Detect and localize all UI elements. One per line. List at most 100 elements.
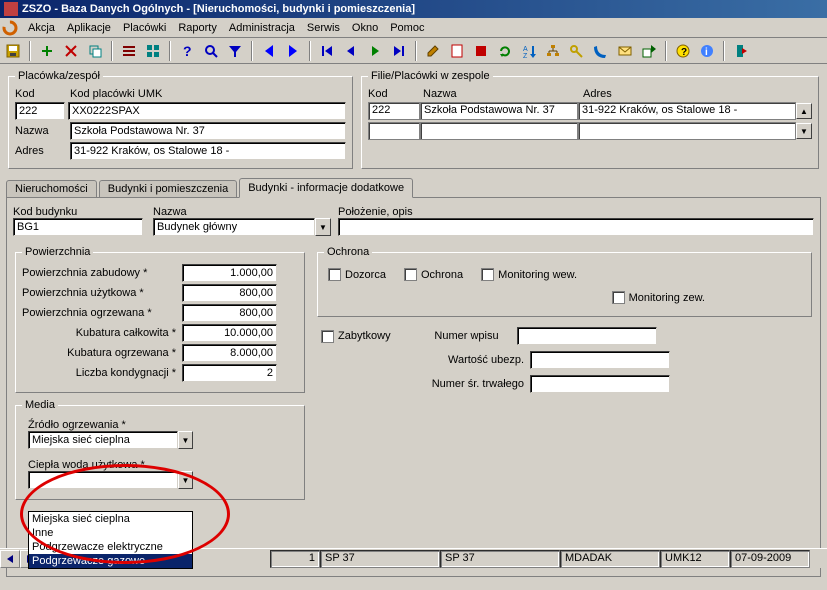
group-placowka: Placówka/zespół Kod Kod placówki UMK Naz… [8, 70, 353, 169]
filie-kod[interactable]: 222 [368, 102, 420, 120]
mwew-checkbox[interactable] [481, 268, 494, 281]
prev-icon[interactable] [340, 40, 362, 62]
menu-aplikacje[interactable]: Aplikacje [61, 20, 117, 36]
svg-text:?: ? [183, 43, 192, 59]
kodumk-input[interactable] [68, 102, 346, 120]
ciepla-dropdown-icon[interactable]: ▼ [178, 471, 193, 489]
zab-input[interactable] [182, 264, 277, 282]
ogr-label: Powierzchnia ogrzewana * [22, 307, 182, 319]
ciepla-opt-elektryczne[interactable]: Podgrzewacze elektryczne [29, 540, 192, 554]
menu-raporty[interactable]: Raporty [172, 20, 223, 36]
menu-administracja[interactable]: Administracja [223, 20, 301, 36]
nazwa-input[interactable] [70, 122, 346, 140]
uzy-input[interactable] [182, 284, 277, 302]
grid-icon[interactable] [142, 40, 164, 62]
filie-adres[interactable]: 31-922 Kraków, os Stalowe 18 - [578, 102, 796, 120]
ochrona-label: Ochrona [421, 269, 463, 281]
nrtrw-input[interactable] [530, 375, 670, 393]
filie-nazwa[interactable]: Szkoła Podstawowa Nr. 37 [420, 102, 578, 120]
ciepla-label: Ciepła woda użytkowa * [28, 459, 292, 471]
tab-budynki-dodatkowe[interactable]: Budynki - informacje dodatkowe [239, 178, 413, 198]
dozorca-checkbox[interactable] [328, 268, 341, 281]
edit-icon[interactable] [422, 40, 444, 62]
mzew-checkbox[interactable] [612, 291, 625, 304]
group-filie: Filie/Placówki w zespole Kod Nazwa Adres… [361, 70, 819, 169]
zabytkowy-checkbox[interactable] [321, 330, 334, 343]
group-ochrona: Ochrona Dozorca Ochrona Monitoring wew. … [317, 246, 812, 317]
phone-icon[interactable] [590, 40, 612, 62]
filie-nazwa-empty[interactable] [420, 122, 578, 140]
mzew-label: Monitoring zew. [629, 292, 705, 304]
next-icon[interactable] [364, 40, 386, 62]
filie-kod-empty[interactable] [368, 122, 420, 140]
help-icon[interactable]: ? [176, 40, 198, 62]
nav-back-icon[interactable] [258, 40, 280, 62]
bldg-nazwa-label: Nazwa [153, 206, 338, 218]
doc-icon[interactable] [446, 40, 468, 62]
app-icon [4, 2, 18, 16]
about-icon[interactable]: ? [672, 40, 694, 62]
polozenie-label: Położenie, opis [338, 206, 814, 218]
key-icon[interactable] [566, 40, 588, 62]
svg-text:Z: Z [523, 53, 528, 59]
first-icon[interactable] [316, 40, 338, 62]
zrodlo-dropdown-icon[interactable]: ▼ [178, 431, 193, 449]
kond-input[interactable] [182, 364, 277, 382]
menu-serwis[interactable]: Serwis [301, 20, 346, 36]
ciepla-dropdown-list[interactable]: Miejska sieć cieplna Inne Podgrzewacze e… [28, 511, 193, 569]
refresh-icon[interactable] [494, 40, 516, 62]
kod-input[interactable] [15, 102, 65, 120]
sort-icon[interactable]: AZ [518, 40, 540, 62]
save-icon[interactable] [2, 40, 24, 62]
menu-pomoc[interactable]: Pomoc [384, 20, 430, 36]
filie-adres-empty[interactable] [578, 122, 796, 140]
delete-icon[interactable] [60, 40, 82, 62]
scroll-down-icon[interactable]: ▼ [796, 123, 812, 139]
adres-input[interactable] [70, 142, 346, 160]
ciepla-opt-gazowe[interactable]: Podgrzewacze gazowe [29, 554, 192, 568]
ciepla-input[interactable] [28, 471, 178, 489]
nazwa-label: Nazwa [15, 125, 70, 137]
bldg-nazwa-input[interactable] [153, 218, 315, 236]
nrwpis-input[interactable] [517, 327, 657, 345]
stop-icon[interactable] [470, 40, 492, 62]
duplicate-icon[interactable] [84, 40, 106, 62]
kubo-input[interactable] [182, 344, 277, 362]
zrodlo-input[interactable] [28, 431, 178, 449]
exit-icon[interactable] [730, 40, 752, 62]
svg-text:A: A [523, 46, 528, 53]
menu-placowki[interactable]: Placówki [117, 20, 172, 36]
polozenie-input[interactable] [338, 218, 814, 236]
find-icon[interactable] [200, 40, 222, 62]
kubc-input[interactable] [182, 324, 277, 342]
adres-label: Adres [15, 145, 70, 157]
menu-okno[interactable]: Okno [346, 20, 384, 36]
bldg-nazwa-dropdown-icon[interactable]: ▼ [315, 218, 331, 236]
status-count: 1 [270, 550, 320, 568]
kond-label: Liczba kondygnacji * [22, 367, 182, 379]
export-icon[interactable] [638, 40, 660, 62]
ciepla-opt-inne[interactable]: Inne [29, 526, 192, 540]
ogr-input[interactable] [182, 304, 277, 322]
tree-icon[interactable] [542, 40, 564, 62]
status-prev-icon[interactable] [0, 550, 20, 568]
menu-akcja[interactable]: Akcja [22, 20, 61, 36]
nav-fwd-icon[interactable] [282, 40, 304, 62]
last-icon[interactable] [388, 40, 410, 62]
ochrona-checkbox[interactable] [404, 268, 417, 281]
add-icon[interactable] [36, 40, 58, 62]
powierzchnia-legend: Powierzchnia [22, 246, 93, 258]
ciepla-opt-miejska[interactable]: Miejska sieć cieplna [29, 512, 192, 526]
svg-text:?: ? [681, 47, 687, 58]
window-title: ZSZO - Baza Danych Ogólnych - [Nieruchom… [22, 3, 415, 15]
filter-icon[interactable] [224, 40, 246, 62]
kodumk-label: Kod placówki UMK [70, 88, 162, 100]
mail-icon[interactable] [614, 40, 636, 62]
scroll-up-icon[interactable]: ▲ [796, 103, 812, 119]
list-icon[interactable] [118, 40, 140, 62]
wart-input[interactable] [530, 351, 670, 369]
kodbud-input[interactable] [13, 218, 143, 236]
zrodlo-label: Źródło ogrzewania * [28, 419, 292, 431]
hdr-kod: Kod [368, 88, 423, 100]
info-icon[interactable]: i [696, 40, 718, 62]
